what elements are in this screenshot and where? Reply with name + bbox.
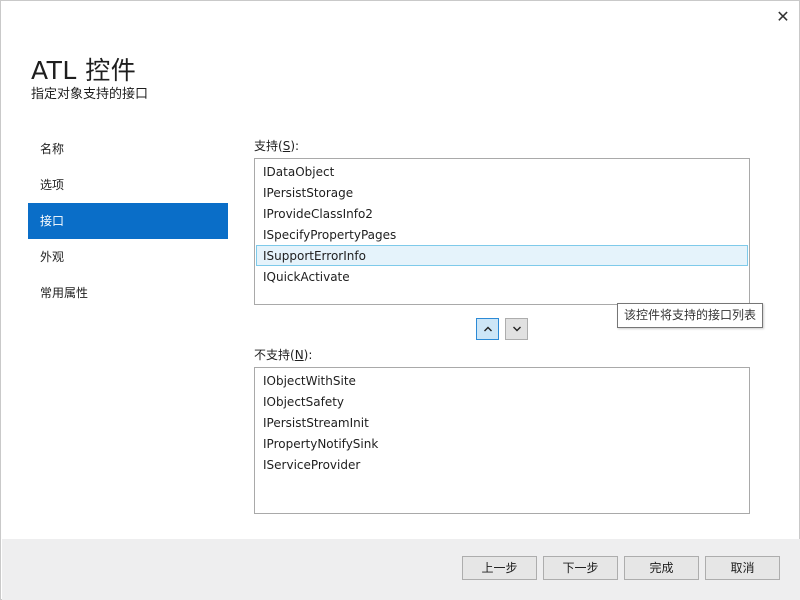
nav-item-interfaces[interactable]: 接口	[28, 203, 228, 239]
nav-item-name[interactable]: 名称	[28, 131, 228, 167]
list-item[interactable]: IServiceProvider	[256, 454, 748, 475]
unsupported-interfaces-list[interactable]: IObjectWithSite IObjectSafety IPersistSt…	[254, 367, 750, 514]
list-item[interactable]: IObjectSafety	[256, 391, 748, 412]
supported-label: 支持(S):	[254, 137, 299, 154]
page-subtitle: 指定对象支持的接口	[31, 87, 149, 102]
close-button[interactable]: ✕	[771, 5, 795, 29]
list-item[interactable]: IPropertyNotifySink	[256, 433, 748, 454]
tooltip: 该控件将支持的接口列表	[617, 303, 763, 328]
move-down-button[interactable]	[505, 318, 528, 340]
chevron-up-icon	[483, 326, 492, 332]
nav-item-appearance[interactable]: 外观	[28, 239, 228, 275]
unsupported-label-pre: 不支持(	[254, 348, 295, 362]
finish-button[interactable]: 完成	[624, 556, 699, 580]
close-icon: ✕	[776, 7, 790, 26]
unsupported-label: 不支持(N):	[254, 346, 312, 363]
supported-label-pre: 支持(	[254, 139, 283, 153]
unsupported-label-post: ):	[303, 348, 313, 362]
cancel-button[interactable]: 取消	[705, 556, 780, 580]
list-item[interactable]: IPersistStorage	[256, 182, 748, 203]
page-title: ATL 控件	[31, 56, 137, 85]
wizard-nav: 名称 选项 接口 外观 常用属性	[28, 131, 228, 311]
atl-control-wizard-window: ✕ ATL 控件 指定对象支持的接口 名称 选项 接口 外观 常用属性 支持(S…	[0, 0, 800, 600]
list-item[interactable]: IObjectWithSite	[256, 370, 748, 391]
supported-label-post: ):	[290, 139, 300, 153]
list-item[interactable]: ISpecifyPropertyPages	[256, 224, 748, 245]
nav-item-stock-properties[interactable]: 常用属性	[28, 275, 228, 311]
nav-item-options[interactable]: 选项	[28, 167, 228, 203]
move-up-button[interactable]	[476, 318, 499, 340]
list-item[interactable]: IProvideClassInfo2	[256, 203, 748, 224]
next-button[interactable]: 下一步	[543, 556, 618, 580]
list-item[interactable]: IDataObject	[256, 161, 748, 182]
chevron-down-icon	[512, 326, 521, 332]
supported-interfaces-list[interactable]: IDataObject IPersistStorage IProvideClas…	[254, 158, 750, 305]
list-item-selected[interactable]: ISupportErrorInfo	[256, 245, 748, 266]
unsupported-label-key: N	[294, 348, 304, 362]
list-item[interactable]: IPersistStreamInit	[256, 412, 748, 433]
previous-button[interactable]: 上一步	[462, 556, 537, 580]
list-item[interactable]: IQuickActivate	[256, 266, 748, 287]
